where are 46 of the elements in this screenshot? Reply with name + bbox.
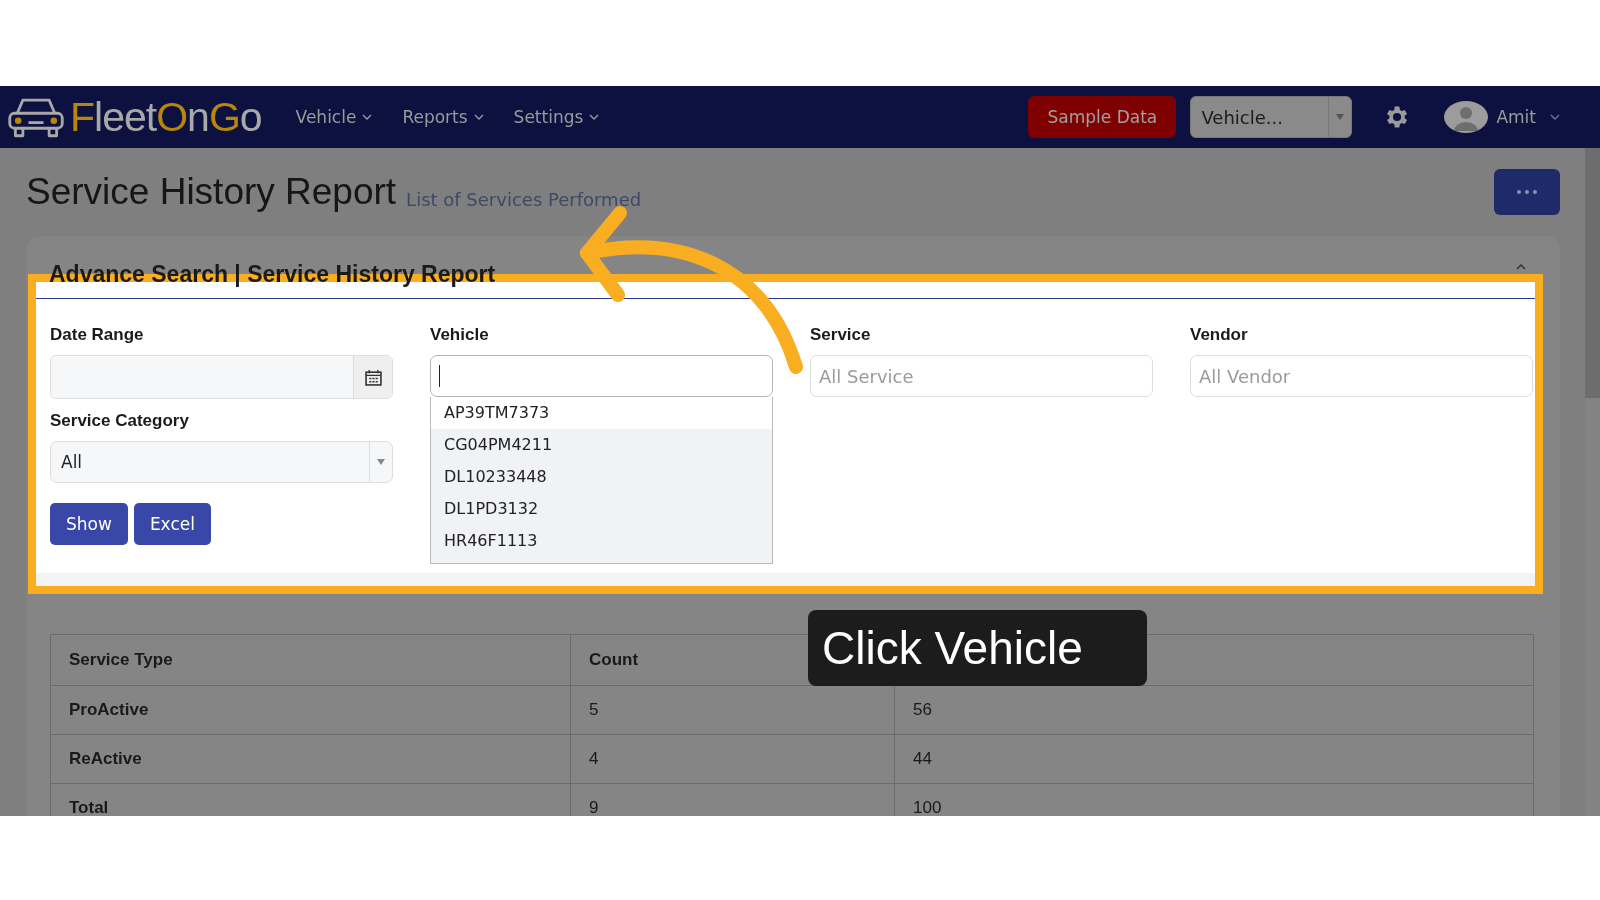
action-button[interactable]: Excel	[133, 503, 211, 545]
vehicle-select[interactable]: Vehicle...	[1190, 96, 1353, 138]
text-field[interactable]: All Service	[810, 355, 1153, 397]
action-button[interactable]: Show	[50, 503, 128, 545]
date-range-field[interactable]	[50, 355, 393, 399]
table-cell: 56	[913, 700, 932, 719]
calendar-icon	[364, 368, 382, 386]
table-cell: 4	[589, 749, 599, 768]
caret-icon	[377, 459, 385, 465]
field-label: Service	[810, 325, 872, 346]
nav-menu[interactable]: Reports	[402, 107, 484, 127]
table-cell: 5	[589, 700, 599, 719]
page-title: Service History Report	[26, 171, 397, 213]
nav-menu[interactable]: Vehicle	[295, 107, 373, 127]
table-cell: ReActive	[69, 749, 142, 768]
vehicle-option[interactable]: AP39TM7373	[431, 397, 772, 429]
column-header: Service Type	[50, 634, 571, 686]
more-icon	[1517, 190, 1537, 194]
select-field[interactable]: All	[50, 441, 393, 483]
chevron-icon	[589, 114, 600, 120]
field-label: Date Range	[50, 325, 145, 346]
tooltip: Click Vehicle	[808, 610, 1147, 686]
text-field[interactable]: All Vendor	[1190, 355, 1533, 397]
table-cell: 9	[589, 798, 599, 816]
chevron-icon	[362, 114, 373, 120]
caret-icon	[1336, 114, 1345, 120]
table-cell: 44	[913, 749, 932, 768]
more-button[interactable]	[1494, 169, 1560, 215]
scrollbar[interactable]	[1585, 148, 1600, 816]
sample-data-button[interactable]: Sample Data	[1028, 96, 1177, 138]
table-cell: 100	[913, 798, 942, 816]
user-menu[interactable]: Amit	[1496, 107, 1560, 127]
chevron-icon	[1550, 114, 1560, 120]
field-label: Vehicle	[430, 325, 490, 346]
field-label: Vendor	[1190, 325, 1249, 346]
vehicle-search-field[interactable]	[430, 355, 773, 397]
avatar-icon[interactable]	[1444, 101, 1489, 133]
page-subtitle: List of Services Performed	[406, 188, 642, 210]
nav-menu[interactable]: Settings	[513, 107, 600, 127]
card-title: Advance Search | Service History Report	[49, 260, 496, 288]
logo-text[interactable]: FleetOnGo	[70, 93, 262, 141]
chevron-icon	[473, 114, 484, 120]
table-cell: Total	[69, 798, 109, 816]
collapse-icon[interactable]	[1516, 264, 1526, 270]
field-label: Service Category	[50, 411, 190, 432]
table-cell: ProActive	[69, 700, 149, 719]
